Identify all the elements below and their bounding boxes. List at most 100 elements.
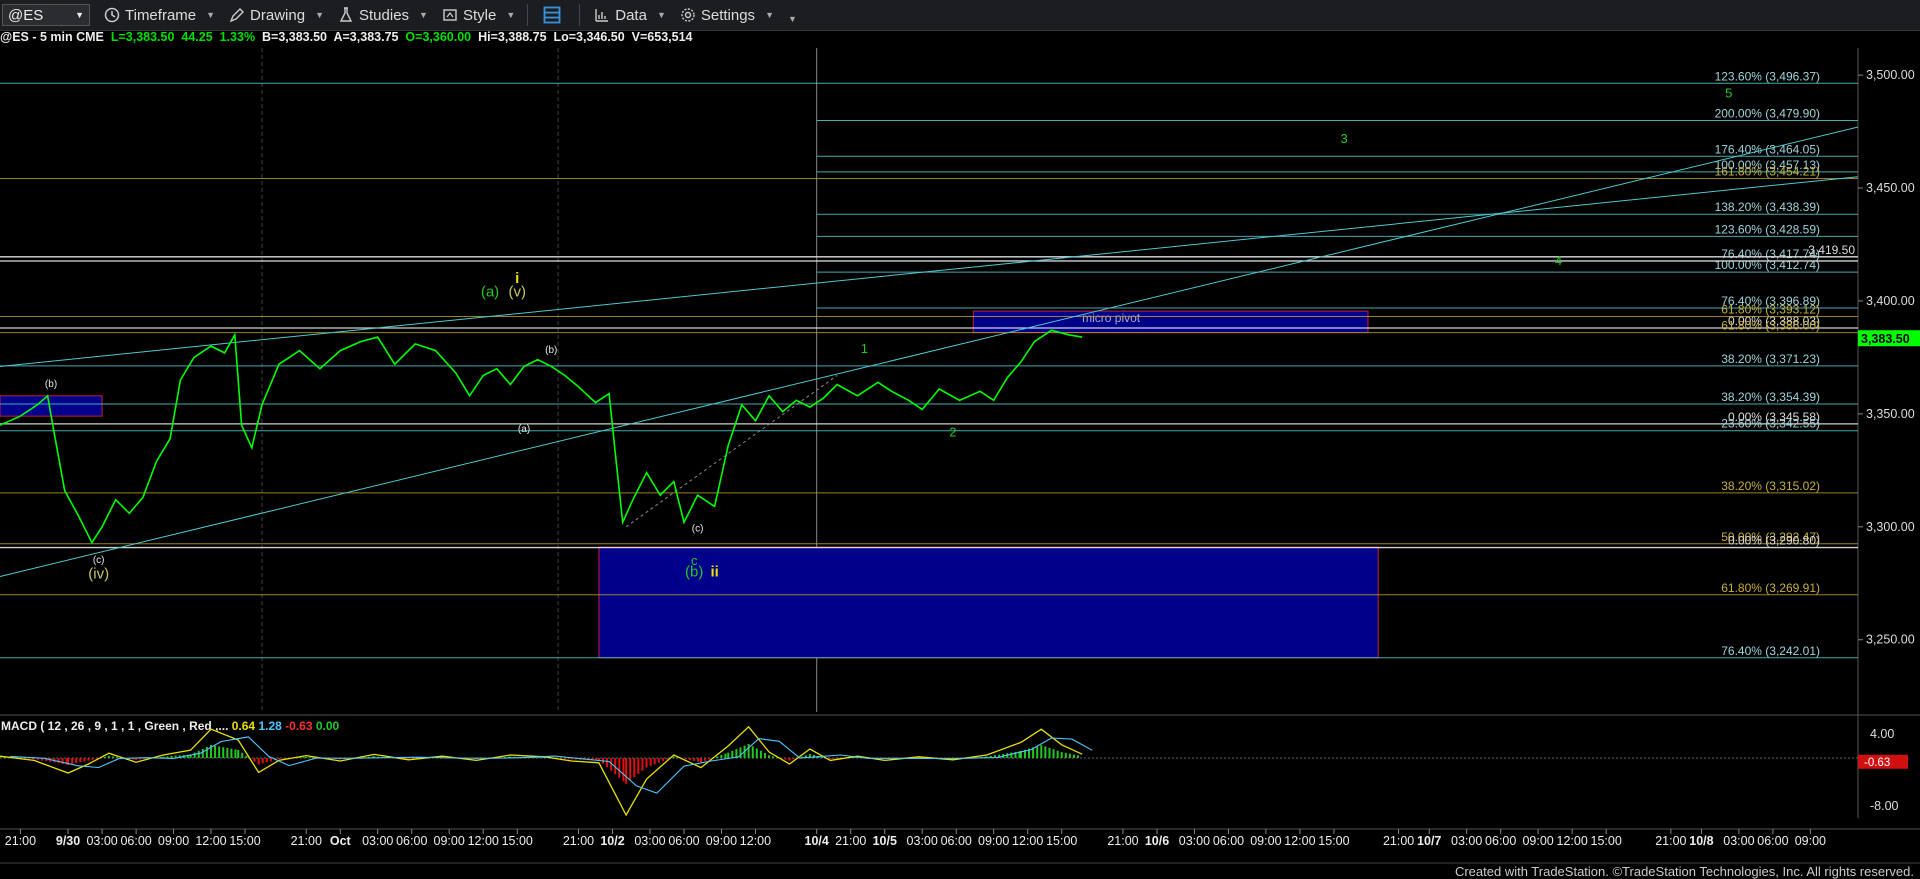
fib-level-label: 123.60% (3,428.59) (1715, 222, 1820, 236)
macd-header: MACD ( 12 , 26 , 9 , 1 , 1 , Green , Red… (1, 719, 340, 733)
micro-pivot-box (972, 310, 1369, 334)
clock-icon (104, 7, 120, 23)
time-tick-label: 09:00 (1250, 834, 1281, 848)
time-tick-label: 10/8 (1689, 834, 1713, 848)
fib-level-label: 76.40% (3,242.01) (1721, 644, 1820, 658)
time-tick-label: 21:00 (1383, 834, 1414, 848)
time-tick-label: 03:00 (1451, 834, 1482, 848)
time-tick-label: 12:00 (195, 834, 226, 848)
time-tick-label: 06:00 (396, 834, 427, 848)
toolbar: @ES ▼ Timeframe ▼ Drawing ▼ Studies ▼ Style… (0, 0, 1920, 31)
wave-label: 2 (949, 424, 956, 439)
macd-value: 0.00 (316, 719, 340, 733)
price-chart[interactable]: micro pivot 123.60% (3,496.37) 200.00% (3… (0, 0, 1920, 879)
settings-label: Settings (700, 6, 756, 24)
time-tick-label: 10/2 (600, 834, 624, 848)
time-tick-label: 10/4 (805, 834, 829, 848)
time-tick-label: 9/30 (56, 834, 80, 848)
caret-down-icon: ▼ (787, 14, 797, 24)
price-tick-label: 3,300.00 (1866, 520, 1915, 534)
footer-credit: Created with TradeStation. ©TradeStation… (1454, 864, 1914, 879)
ask-price: A=3,383.75 (333, 30, 399, 44)
fib-level-label: 23.60% (3,342.55) (1721, 417, 1820, 431)
wave-label: 4 (1555, 253, 1562, 268)
wave-label: 1 (861, 341, 868, 356)
fib-level-label: 200.00% (3,479.90) (1715, 106, 1820, 120)
time-tick-label: 21:00 (1655, 834, 1686, 848)
caret-down-icon: ▼ (656, 10, 666, 20)
caret-down-icon: ▼ (206, 10, 216, 20)
time-tick-label: 09:00 (1522, 834, 1553, 848)
macd-value: MACD ( 12 , 26 , 9 , 1 , 1 , Green , Red… (1, 719, 232, 733)
time-tick-label: 06:00 (941, 834, 972, 848)
macd-tick-label: 4.00 (1870, 727, 1894, 741)
fib-level-label: 138.20% (3,438.39) (1715, 200, 1820, 214)
price-tick-label: 3,400.00 (1866, 294, 1915, 308)
volume: V=653,514 (631, 30, 693, 44)
symbol-selector[interactable]: @ES ▼ (2, 4, 90, 26)
style-label: Style (462, 6, 497, 24)
wave-label: (a) (518, 424, 530, 435)
symbol-text: @ES (8, 6, 44, 24)
settings-menu[interactable]: Settings ▼ (680, 7, 774, 24)
wave-label: (b) (685, 563, 703, 580)
layout-icon (543, 6, 561, 24)
caret-down-icon: ▼ (315, 10, 324, 20)
timeframe-label: Timeframe (125, 6, 197, 24)
overflow-menu[interactable]: ▼ (788, 6, 797, 24)
chevron-down-icon: ▼ (75, 10, 84, 20)
fib-level-label: 38.20% (3,315.02) (1721, 479, 1820, 493)
caret-down-icon: ▼ (765, 10, 774, 20)
time-tick-label: 09:00 (1795, 834, 1826, 848)
time-tick-label: 03:00 (362, 834, 393, 848)
time-tick-label: 12:00 (1557, 834, 1588, 848)
time-tick-label: 21:00 (563, 834, 594, 848)
fib-level-label: 61.80% (3,386.00) (1721, 319, 1820, 333)
macd-value: 1.28 (258, 719, 285, 733)
time-tick-label: 03:00 (907, 834, 938, 848)
separator (527, 4, 529, 26)
time-tick-label: 21:00 (1107, 834, 1138, 848)
drawing-menu[interactable]: Drawing ▼ (229, 7, 324, 24)
timeframe-menu[interactable]: Timeframe ▼ (104, 7, 215, 24)
price-tick-label: 3,450.00 (1866, 181, 1915, 195)
layout-button[interactable] (542, 5, 567, 25)
fib-level-label: 38.20% (3,354.39) (1721, 390, 1820, 404)
fib-level-label: 3,419.50 (1808, 243, 1855, 257)
wave-label: (b) (45, 379, 57, 390)
fib-level-label: 161.80% (3,454.21) (1715, 165, 1820, 179)
style-menu[interactable]: Style ▼ (442, 7, 515, 24)
macd-tick-label: -8.00 (1870, 799, 1899, 813)
wave-label: (a) (481, 283, 499, 300)
price-tick-label: 3,250.00 (1866, 633, 1915, 647)
flask-icon (339, 7, 353, 22)
wave-label: (iv) (88, 566, 109, 583)
fib-level-label: 38.20% (3,371.23) (1721, 352, 1820, 366)
caret-down-icon: ▼ (419, 10, 428, 20)
wave-label: (c) (692, 523, 704, 534)
studies-menu[interactable]: Studies ▼ (338, 7, 428, 24)
time-tick-label: 03:00 (634, 834, 665, 848)
data-menu[interactable]: Data ▼ (594, 7, 666, 24)
time-tick-label: 06:00 (1485, 834, 1516, 848)
studies-label: Studies (359, 6, 410, 24)
time-tick-label: 10/6 (1145, 834, 1169, 848)
fib-level-label: 0.00% (3,290.80) (1728, 534, 1820, 548)
gear-icon (681, 8, 695, 22)
wave-label: 5 (1725, 86, 1732, 101)
time-tick-label: 09:00 (158, 834, 189, 848)
symbol-status-bar: @ES - 5 min CME L=3,383.50 44.25 1.33% B… (0, 30, 693, 48)
open-price: O=3,360.00 (405, 30, 472, 44)
wave-label: 3 (1341, 131, 1348, 146)
price-tick-label: 3,350.00 (1866, 407, 1915, 421)
price-tick-label: 3,500.00 (1866, 68, 1915, 82)
wave-label: ii (710, 563, 718, 580)
time-tick-label: 03:00 (1723, 834, 1754, 848)
wave-label: (b) (545, 345, 557, 356)
wave-label: (c) (93, 555, 105, 566)
bid-price: B=3,383.50 (262, 30, 327, 44)
time-tick-label: 06:00 (668, 834, 699, 848)
low-price: Lo=3,346.50 (553, 30, 625, 44)
fib-level-label: 100.00% (3,412.74) (1715, 258, 1820, 272)
high-price: Hi=3,388.75 (478, 30, 547, 44)
